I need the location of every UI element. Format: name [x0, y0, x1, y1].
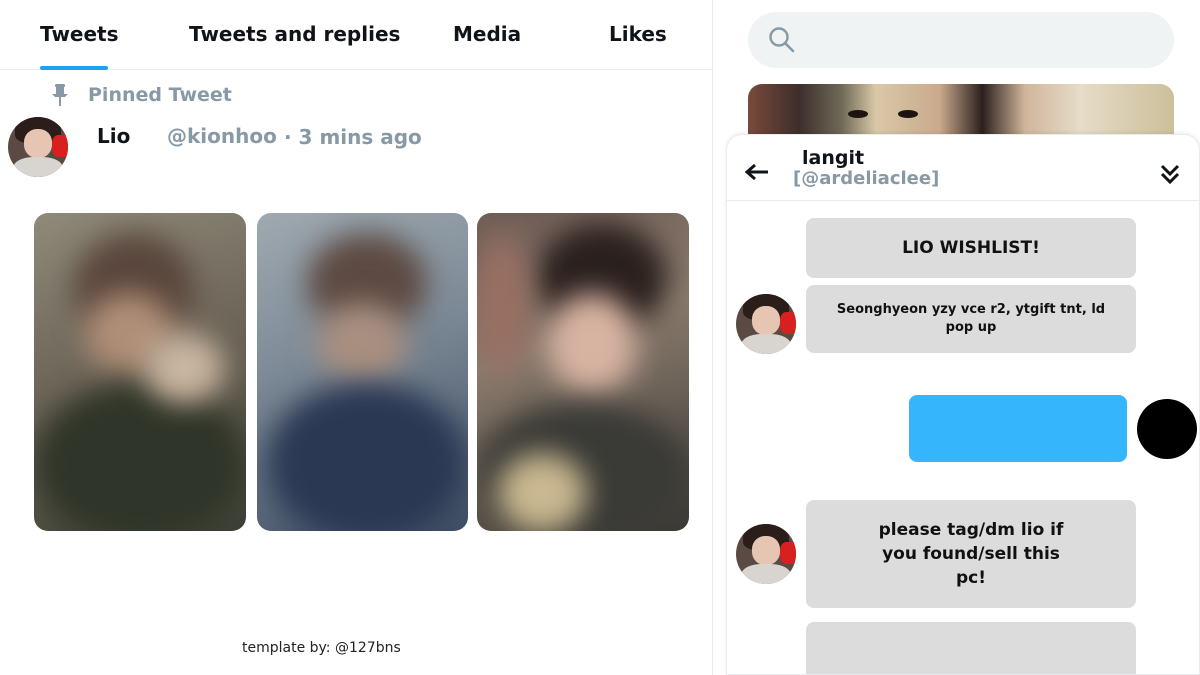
dm-message[interactable]: Seonghyeon yzy vce r2, ytgift tnt, ld po…	[806, 285, 1136, 353]
tab-tweets-and-replies[interactable]: Tweets and replies	[189, 22, 400, 46]
dm-sent-message[interactable]	[909, 395, 1127, 462]
tab-likes[interactable]: Likes	[609, 22, 667, 46]
dm-panel: langit [@ardeliaclee] LIO WISHLIST! Seon…	[726, 134, 1200, 675]
dm-message[interactable]	[806, 622, 1136, 674]
collapse-chevron-icon[interactable]	[1159, 163, 1181, 185]
pin-icon	[52, 84, 68, 106]
tweet-author-name[interactable]: Lio	[97, 124, 130, 148]
template-credit: template by: @127bns	[242, 640, 401, 656]
dm-contact-handle: [@ardeliaclee]	[793, 168, 940, 189]
dm-message[interactable]: please tag/dm lio if you found/sell this…	[806, 500, 1136, 608]
dm-message[interactable]: LIO WISHLIST!	[806, 218, 1136, 278]
profile-tabs: Tweets Tweets and replies Media Likes	[0, 0, 712, 70]
active-tab-indicator	[40, 66, 108, 70]
tweet-timestamp[interactable]: · 3 mins ago	[284, 125, 422, 149]
tweet-author-handle[interactable]: @kionhoo	[167, 124, 277, 148]
tab-media[interactable]: Media	[453, 22, 521, 46]
profile-timeline: Tweets Tweets and replies Media Likes Pi…	[0, 0, 712, 675]
dm-sender-avatar[interactable]	[736, 294, 796, 354]
search-icon	[769, 27, 795, 53]
tab-tweets[interactable]: Tweets	[40, 22, 119, 46]
pinned-tweet-text: Pinned Tweet	[88, 84, 232, 106]
tweet-photo-2[interactable]	[257, 213, 468, 531]
dm-sender-avatar[interactable]	[736, 524, 796, 584]
search-bar[interactable]	[748, 12, 1174, 68]
tweet-author-avatar[interactable]	[8, 117, 68, 177]
tweet-photo-3[interactable]	[477, 213, 689, 531]
tweet-photo-1[interactable]	[34, 213, 246, 531]
column-divider	[712, 0, 713, 675]
self-avatar[interactable]	[1137, 399, 1197, 459]
dm-contact-name: langit	[802, 147, 865, 169]
dm-header: langit [@ardeliaclee]	[727, 135, 1199, 201]
pinned-tweet-label: Pinned Tweet	[50, 82, 232, 108]
back-arrow-icon[interactable]	[745, 163, 769, 181]
